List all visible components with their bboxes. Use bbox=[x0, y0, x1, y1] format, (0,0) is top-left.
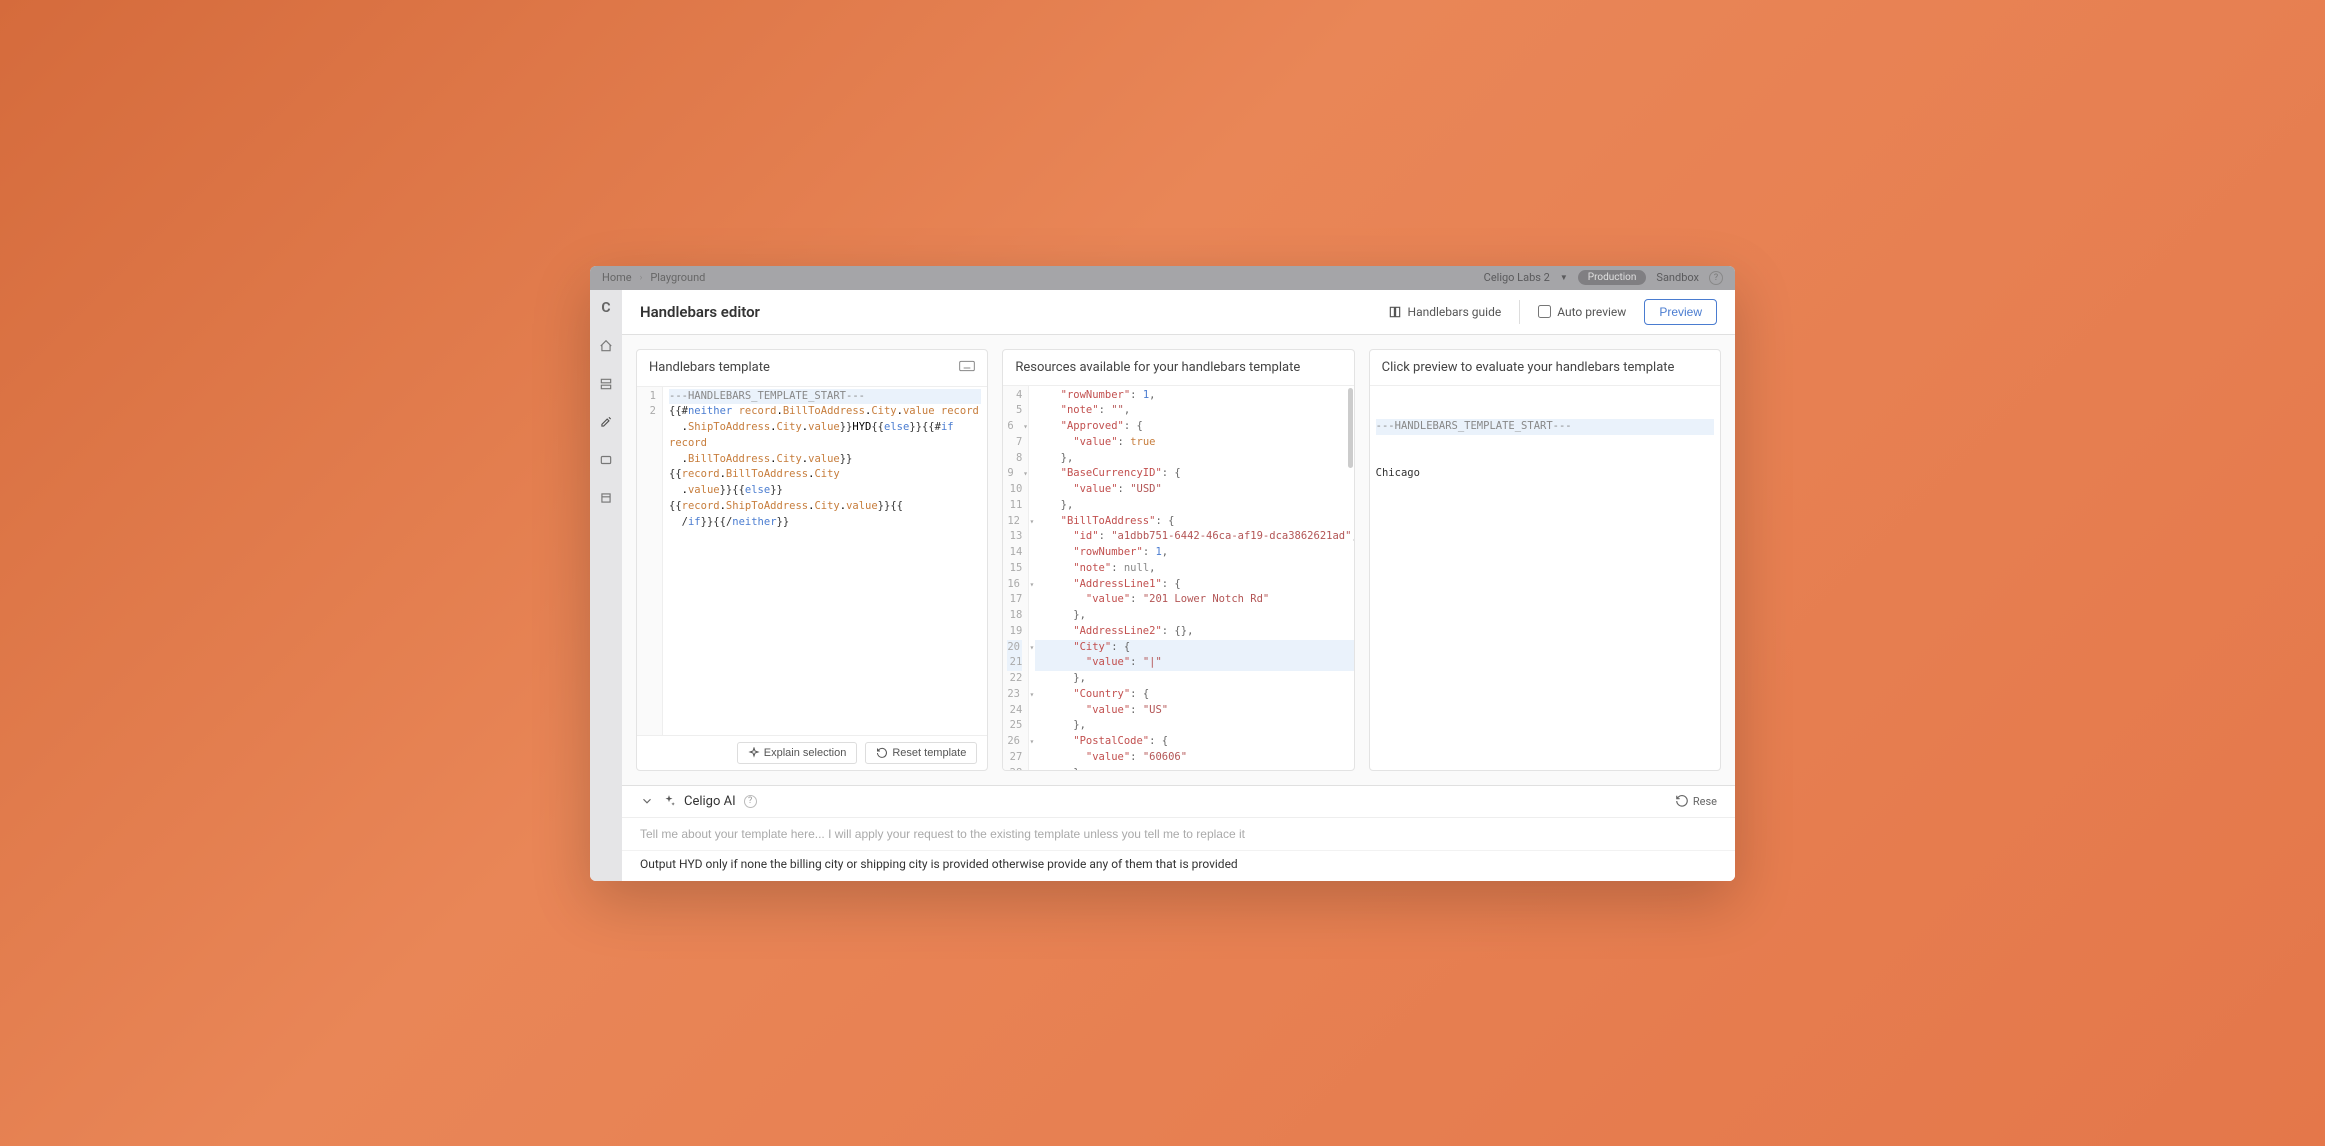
help-icon[interactable]: ? bbox=[744, 795, 757, 808]
resources-code-viewer[interactable]: 456 ▾789 ▾101112 ▾13141516 ▾17181920 ▾21… bbox=[1003, 386, 1353, 770]
ai-section: Celigo AI ? Rese Output HYD only if none… bbox=[622, 785, 1735, 881]
sparkle-icon bbox=[748, 747, 760, 759]
topbar: Home › Playground Celigo Labs 2 ▼ Produc… bbox=[590, 266, 1735, 290]
resources-panel-header: Resources available for your handlebars … bbox=[1003, 350, 1353, 386]
ai-example-text: Output HYD only if none the billing city… bbox=[622, 850, 1735, 881]
explain-selection-button[interactable]: Explain selection bbox=[737, 742, 858, 764]
output-viewer: ---HANDLEBARS_TEMPLATE_START--- Chicago bbox=[1370, 386, 1720, 770]
breadcrumb: Home › Playground bbox=[602, 271, 705, 284]
app-window: Home › Playground Celigo Labs 2 ▼ Produc… bbox=[590, 266, 1735, 881]
scrollbar[interactable] bbox=[1348, 388, 1353, 468]
ai-title: Celigo AI bbox=[684, 794, 736, 809]
output-panel: Click preview to evaluate your handlebar… bbox=[1369, 349, 1721, 771]
auto-preview-toggle[interactable]: Auto preview bbox=[1538, 305, 1626, 319]
org-selector[interactable]: Celigo Labs 2 bbox=[1484, 271, 1550, 284]
page-title: Handlebars editor bbox=[640, 303, 760, 321]
template-panel-header: Handlebars template bbox=[637, 350, 987, 387]
sparkle-icon bbox=[662, 794, 676, 808]
template-code-editor[interactable]: 1 2 ---HANDLEBARS_TEMPLATE_START---{{#ne… bbox=[637, 387, 987, 735]
editor-header: Handlebars editor Handlebars guide Auto … bbox=[622, 290, 1735, 335]
tools-icon[interactable] bbox=[598, 414, 614, 430]
resources-panel: Resources available for your handlebars … bbox=[1002, 349, 1354, 771]
chevron-right-icon: › bbox=[640, 273, 643, 283]
env-production-pill[interactable]: Production bbox=[1578, 270, 1647, 285]
ai-prompt-input[interactable] bbox=[622, 817, 1735, 850]
book-icon bbox=[1388, 305, 1402, 319]
logo-icon[interactable]: C bbox=[601, 300, 610, 316]
undo-icon bbox=[1675, 794, 1689, 808]
divider bbox=[1519, 300, 1520, 324]
keyboard-icon[interactable] bbox=[959, 360, 975, 376]
output-panel-header: Click preview to evaluate your handlebar… bbox=[1370, 350, 1720, 386]
chevron-down-icon: ▼ bbox=[1560, 273, 1568, 282]
handlebars-guide-link[interactable]: Handlebars guide bbox=[1388, 305, 1502, 319]
template-panel: Handlebars template 1 2 ---HANDLEBARS_TE… bbox=[636, 349, 988, 771]
chevron-down-icon[interactable] bbox=[640, 794, 654, 808]
left-nav-rail: C bbox=[590, 290, 622, 881]
breadcrumb-playground[interactable]: Playground bbox=[650, 271, 705, 284]
auto-preview-checkbox[interactable] bbox=[1538, 305, 1551, 318]
preview-button[interactable]: Preview bbox=[1644, 299, 1717, 325]
marketplace-icon[interactable] bbox=[598, 490, 614, 506]
breadcrumb-home[interactable]: Home bbox=[602, 271, 632, 284]
home-icon[interactable] bbox=[598, 338, 614, 354]
help-icon[interactable]: ? bbox=[1709, 271, 1723, 285]
dashboard-icon[interactable] bbox=[598, 376, 614, 392]
reset-template-button[interactable]: Reset template bbox=[865, 742, 977, 764]
data-icon[interactable] bbox=[598, 452, 614, 468]
ai-reset-button[interactable]: Rese bbox=[1675, 794, 1717, 808]
env-sandbox[interactable]: Sandbox bbox=[1656, 271, 1699, 284]
undo-icon bbox=[876, 747, 888, 759]
